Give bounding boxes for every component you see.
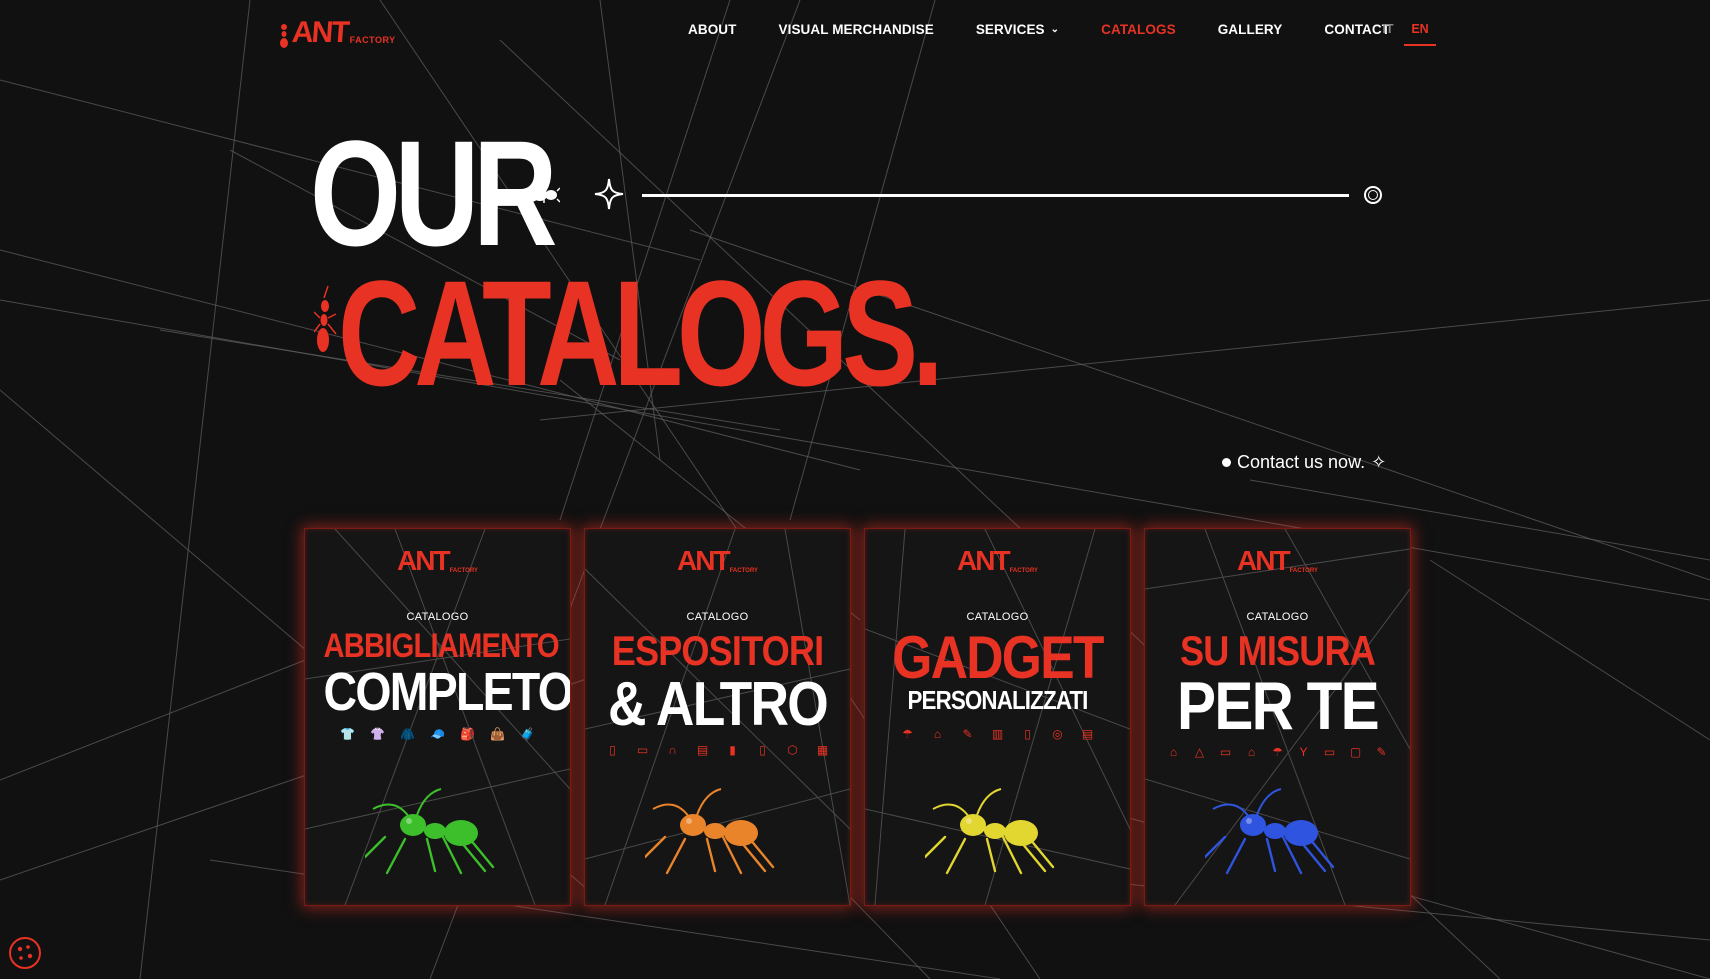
card-category-icon: ▤ [1081,727,1094,741]
chevron-down-icon: ⌄ [1050,24,1060,35]
card-category-icon: 👚 [370,727,385,741]
hero-title-line1: OUR [310,109,558,277]
contact-us-link[interactable]: Contact us now. ✧ [1222,452,1386,473]
card-icon-row: ⌂ △ ▭ ⌂ ☂ Y ▭ ▢ ✎ [1145,745,1410,759]
beetle-icon [532,187,560,203]
card-category-icon: ⬡ [787,743,798,757]
card-category-icon: ∩ [668,743,677,757]
card-category-icon: ☂ [1272,745,1283,759]
nav-services[interactable]: SERVICES ⌄ [976,22,1059,37]
nav-visual-merchandise[interactable]: VISUAL MERCHANDISE [779,22,934,37]
card-category-icon: 🧢 [430,727,445,741]
card-tag: CATALOGO [686,611,749,623]
card-title-line1: ESPOSITORI [611,627,824,674]
card-category-icon: 🎒 [460,727,475,741]
catalog-cards: ANT FACTORY CATALOGO ABBIGLIAMENTO COMPLE… [304,528,1411,906]
card-category-icon: ▢ [1349,745,1362,759]
ring-icon [1364,186,1382,204]
card-category-icon: ▯ [1024,727,1031,741]
lang-en[interactable]: EN [1404,22,1436,46]
card-title-line2: PER TE [1177,668,1380,744]
card-logo: ANT FACTORY [1237,545,1318,576]
blue-ant-image [1205,788,1335,875]
card-category-icon: ☂ [902,727,913,741]
card-category-icon: ◎ [1052,727,1063,741]
card-category-icon: ▭ [1219,745,1232,759]
card-category-icon: ✎ [962,727,973,741]
card-category-icon: ▮ [729,743,736,757]
card-icon-row: 👕 👚 🧥 🧢 🎒 👜 🧳 [305,727,570,741]
card-category-icon: ▤ [696,743,709,757]
sparkle-icon [594,178,624,210]
card-title-line2: COMPLETO [323,662,571,722]
green-ant-image [365,788,495,875]
hero-title-line2: CATALOGS. [338,249,944,417]
yellow-ant-image [925,788,1055,875]
card-title-line2: PERSONALIZZATI [907,685,1088,715]
card-category-icon: ▦ [816,743,829,757]
lang-it[interactable]: IT [1372,22,1404,46]
card-category-icon: ▯ [609,743,616,757]
card-category-icon: 🧥 [400,727,415,741]
language-switcher: IT EN [1372,22,1436,46]
card-category-icon: ⌂ [1247,745,1256,759]
card-title-line1: GADGET [892,624,1104,691]
orange-ant-image [645,788,775,875]
catalog-card-espositori[interactable]: ANT FACTORY CATALOGO ESPOSITORI & ALTRO ▯… [584,528,851,906]
dot-icon [1222,458,1231,467]
logo-subtext: FACTORY [349,35,396,45]
card-category-icon: ⌂ [1169,745,1178,759]
card-tag: CATALOGO [406,611,469,623]
card-category-icon: ▥ [991,727,1004,741]
card-logo: ANT FACTORY [677,545,758,576]
card-category-icon: 👜 [490,727,505,741]
card-category-icon: ▭ [1323,745,1336,759]
catalog-card-gadget[interactable]: ANT FACTORY CATALOGO GADGET PERSONALIZZAT… [864,528,1131,906]
main-nav: ABOUT VISUAL MERCHANDISE SERVICES ⌄ CATA… [688,22,1432,37]
card-category-icon: ⌂ [933,727,942,741]
card-tag: CATALOGO [966,611,1029,623]
nav-catalogs[interactable]: CATALOGS [1101,22,1176,37]
nav-gallery[interactable]: GALLERY [1218,22,1283,37]
ant-icon [314,285,337,352]
sparkle-icon: ✧ [1371,452,1387,472]
card-icon-row: ▯ ▭ ∩ ▤ ▮ ▯ ⬡ ▦ [585,743,850,757]
card-category-icon: 🧳 [520,727,535,741]
card-category-icon: ▭ [636,743,649,757]
logo-text: ANT [290,16,349,49]
catalog-card-su-misura[interactable]: ANT FACTORY CATALOGO SU MISURA PER TE ⌂ △ ▭… [1144,528,1411,906]
brand-logo[interactable]: ANT FACTORY [278,14,396,49]
card-icon-row: ☂ ⌂ ✎ ▥ ▯ ◎ ▤ [865,727,1130,741]
cookie-icon [17,945,33,960]
catalog-card-abbigliamento[interactable]: ANT FACTORY CATALOGO ABBIGLIAMENTO COMPLE… [304,528,571,906]
nav-about[interactable]: ABOUT [688,22,737,37]
contact-us-label: Contact us now. [1237,452,1366,472]
card-logo: ANT FACTORY [397,545,478,576]
nav-services-label: SERVICES [975,22,1045,37]
card-title-line2: & ALTRO [608,670,829,739]
card-tag: CATALOGO [1246,611,1309,623]
card-category-icon: ▯ [759,743,766,757]
hero-divider-line [642,194,1349,197]
card-category-icon: 👕 [340,727,355,741]
card-logo: ANT FACTORY [957,545,1038,576]
ant-logo-icon [280,24,288,48]
card-category-icon: △ [1194,745,1205,759]
card-category-icon: ✎ [1376,745,1387,759]
cookie-settings-button[interactable] [9,937,41,969]
card-category-icon: Y [1299,745,1308,759]
